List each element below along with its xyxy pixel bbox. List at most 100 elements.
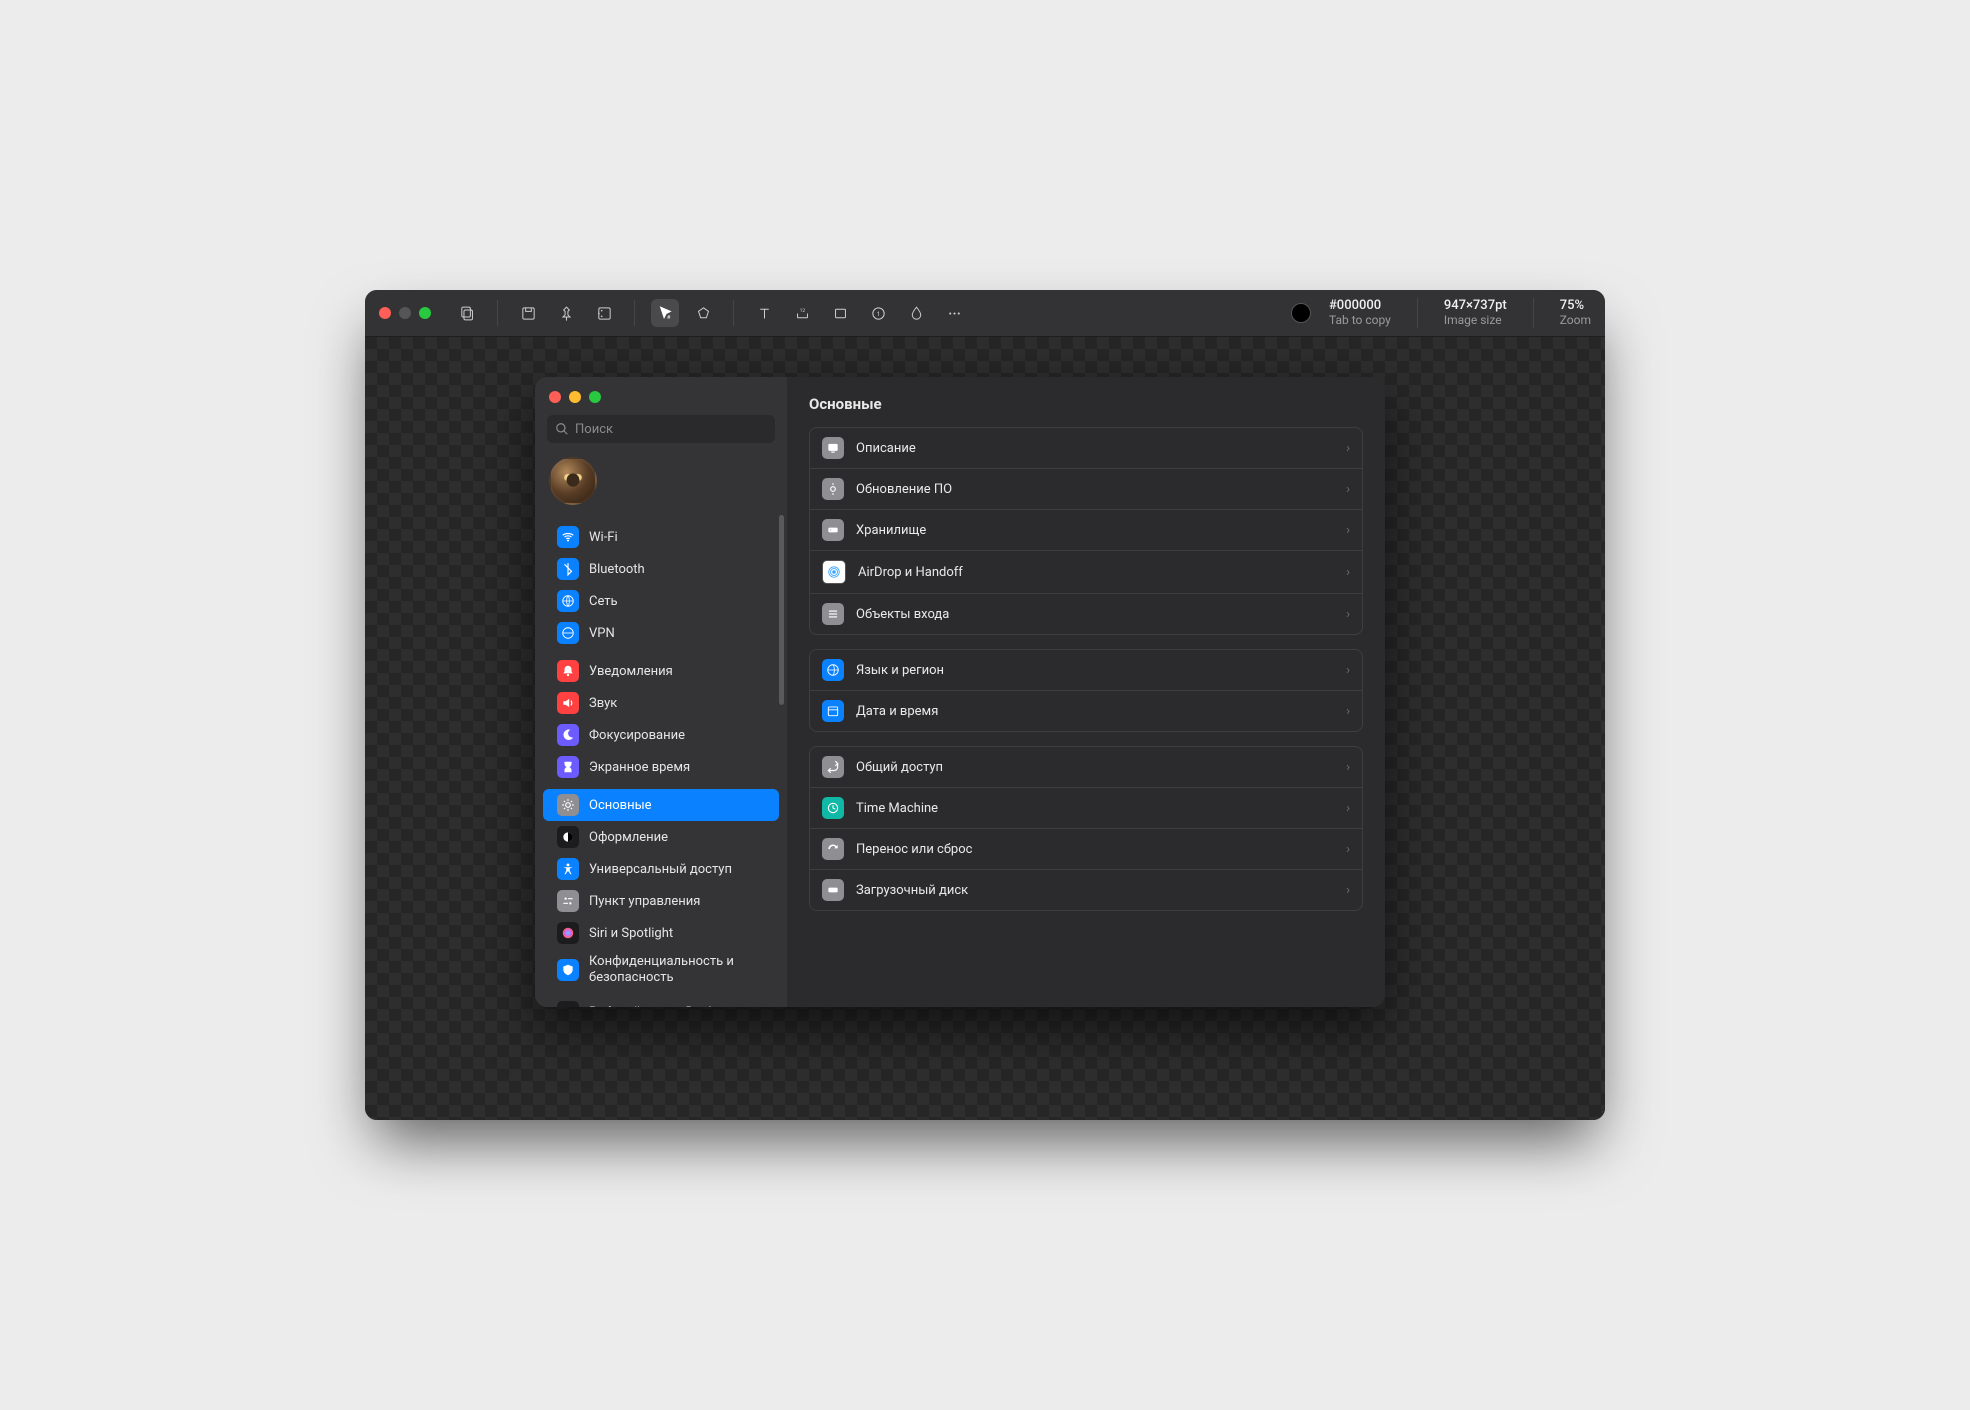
list-group: Общий доступ›Time Machine›Перенос или сб… xyxy=(809,746,1363,911)
sidebar-item-general[interactable]: Основные xyxy=(543,789,779,821)
sidebar-item-label: VPN xyxy=(589,626,615,641)
text-tool-button[interactable] xyxy=(750,299,778,327)
network-icon xyxy=(557,590,579,612)
sidebar-item-label: Siri и Spotlight xyxy=(589,926,673,941)
sidebar-item-accessibility[interactable]: Универсальный доступ xyxy=(543,853,779,885)
list-row-timemachine[interactable]: Time Machine› xyxy=(810,788,1362,829)
canvas[interactable]: Поиск Wi-Fi Bluetooth Сеть VPN Уведомления Зв… xyxy=(365,337,1605,1120)
language-icon xyxy=(822,659,844,681)
minimize-window-button[interactable] xyxy=(399,307,411,319)
close-window-button[interactable] xyxy=(379,307,391,319)
list-row-transfer[interactable]: Перенос или сброс› xyxy=(810,829,1362,870)
chevron-right-icon: › xyxy=(1346,704,1350,719)
sidebar-item-label: Пункт управления xyxy=(589,894,700,909)
window-controls xyxy=(379,307,431,319)
startup-icon xyxy=(822,879,844,901)
sidebar-item-network[interactable]: Сеть xyxy=(543,585,779,617)
chevron-right-icon: › xyxy=(1346,883,1350,898)
blur-tool-button[interactable] xyxy=(902,299,930,327)
sidebar-item-focus[interactable]: Фокусирование xyxy=(543,719,779,751)
search-input[interactable]: Поиск xyxy=(547,415,775,443)
editor-window: # 12 1 #000000 Tab to copy xyxy=(365,290,1605,1120)
chevron-right-icon: › xyxy=(1346,663,1350,678)
minimize-window-button[interactable] xyxy=(569,391,581,403)
editor-titlebar: # 12 1 #000000 Tab to copy xyxy=(365,290,1605,337)
siri-icon xyxy=(557,922,579,944)
airdrop-icon xyxy=(822,560,846,584)
separator xyxy=(733,300,734,326)
list-row-datetime[interactable]: Дата и время › xyxy=(810,691,1362,731)
fullscreen-window-button[interactable] xyxy=(419,307,431,319)
fullscreen-window-button[interactable] xyxy=(589,391,601,403)
rect-tool-button[interactable] xyxy=(826,299,854,327)
zoom-info[interactable]: 75% Zoom xyxy=(1560,299,1591,328)
separator xyxy=(1417,298,1418,328)
sidebar-item-appearance[interactable]: Оформление xyxy=(543,821,779,853)
zoom-value: 75% xyxy=(1560,299,1591,314)
grid-button[interactable] xyxy=(590,299,618,327)
accessibility-icon xyxy=(557,858,579,880)
account-row[interactable] xyxy=(535,453,787,515)
image-size-info: 947×737pt Image size xyxy=(1444,299,1507,328)
list-row-update[interactable]: Обновление ПО› xyxy=(810,469,1362,510)
list-row-language[interactable]: Язык и регион › xyxy=(810,650,1362,691)
chevron-right-icon: › xyxy=(1346,607,1350,622)
sidebar-item-label: Сеть xyxy=(589,594,618,609)
pin-button[interactable] xyxy=(552,299,580,327)
shape-tool-button[interactable] xyxy=(689,299,717,327)
content-pane: Основные Описание›Обновление ПО›Хранилищ… xyxy=(787,377,1385,1007)
sidebar-item-bluetooth[interactable]: Bluetooth xyxy=(543,553,779,585)
list-row-startup[interactable]: Загрузочный диск› xyxy=(810,870,1362,910)
sidebar-item-screentime[interactable]: Экранное время xyxy=(543,751,779,783)
measure-tool-button[interactable]: 12 xyxy=(788,299,816,327)
chevron-right-icon: › xyxy=(1346,565,1350,580)
list-row-sharing[interactable]: Общий доступ› xyxy=(810,747,1362,788)
save-button[interactable] xyxy=(514,299,542,327)
picked-color-swatch[interactable] xyxy=(1291,303,1311,323)
separator xyxy=(634,300,635,326)
number-tool-button[interactable]: 1 xyxy=(864,299,892,327)
vpn-icon xyxy=(557,622,579,644)
sidebar-item-desktop[interactable]: Рабочий стол и Dock xyxy=(543,996,779,1007)
sidebar-item-label: Звук xyxy=(589,696,617,711)
list-row-storage[interactable]: Хранилище› xyxy=(810,510,1362,551)
sidebar-item-controlcenter[interactable]: Пункт управления xyxy=(543,885,779,917)
about-icon xyxy=(822,437,844,459)
sidebar-item-label: Bluetooth xyxy=(589,562,645,577)
more-tools-button[interactable] xyxy=(940,299,968,327)
sidebar-item-notifications[interactable]: Уведомления xyxy=(543,655,779,687)
list-row-label: Общий доступ xyxy=(856,760,1334,775)
copy-button[interactable] xyxy=(453,299,481,327)
sidebar-item-vpn[interactable]: VPN xyxy=(543,617,779,649)
scrollbar[interactable] xyxy=(779,515,784,705)
sound-icon xyxy=(557,692,579,714)
page-title: Основные xyxy=(809,395,1363,413)
list-row-label: Язык и регион xyxy=(856,663,1334,678)
sidebar-item-label: Уведомления xyxy=(589,664,673,679)
svg-text:12: 12 xyxy=(799,308,805,314)
sidebar-list: Wi-Fi Bluetooth Сеть VPN Уведомления Звук Фоку… xyxy=(535,515,787,1007)
list-row-label: Time Machine xyxy=(856,801,1334,816)
sidebar-item-privacy[interactable]: Конфиденциальность и безопасность xyxy=(543,949,779,990)
close-window-button[interactable] xyxy=(549,391,561,403)
timemachine-icon xyxy=(822,797,844,819)
chevron-right-icon: › xyxy=(1346,482,1350,497)
sidebar-item-label: Экранное время xyxy=(589,760,690,775)
sidebar-item-sound[interactable]: Звук xyxy=(543,687,779,719)
appearance-icon xyxy=(557,826,579,848)
list-row-login[interactable]: Объекты входа› xyxy=(810,594,1362,634)
sidebar-item-wifi[interactable]: Wi-Fi xyxy=(543,521,779,553)
pointer-tool-button[interactable]: # xyxy=(651,299,679,327)
list-row-airdrop[interactable]: AirDrop и Handoff› xyxy=(810,551,1362,594)
list-row-label: Перенос или сброс xyxy=(856,842,1334,857)
search-placeholder: Поиск xyxy=(575,422,613,437)
screentime-icon xyxy=(557,756,579,778)
sidebar-item-label: Основные xyxy=(589,798,652,813)
sidebar-item-siri[interactable]: Siri и Spotlight xyxy=(543,917,779,949)
image-size-label: Image size xyxy=(1444,314,1507,328)
list-row-about[interactable]: Описание› xyxy=(810,428,1362,469)
list-row-label: Дата и время xyxy=(856,704,1334,719)
color-hint-label: Tab to copy xyxy=(1329,314,1391,328)
svg-text:1: 1 xyxy=(876,309,880,317)
avatar xyxy=(549,457,597,505)
